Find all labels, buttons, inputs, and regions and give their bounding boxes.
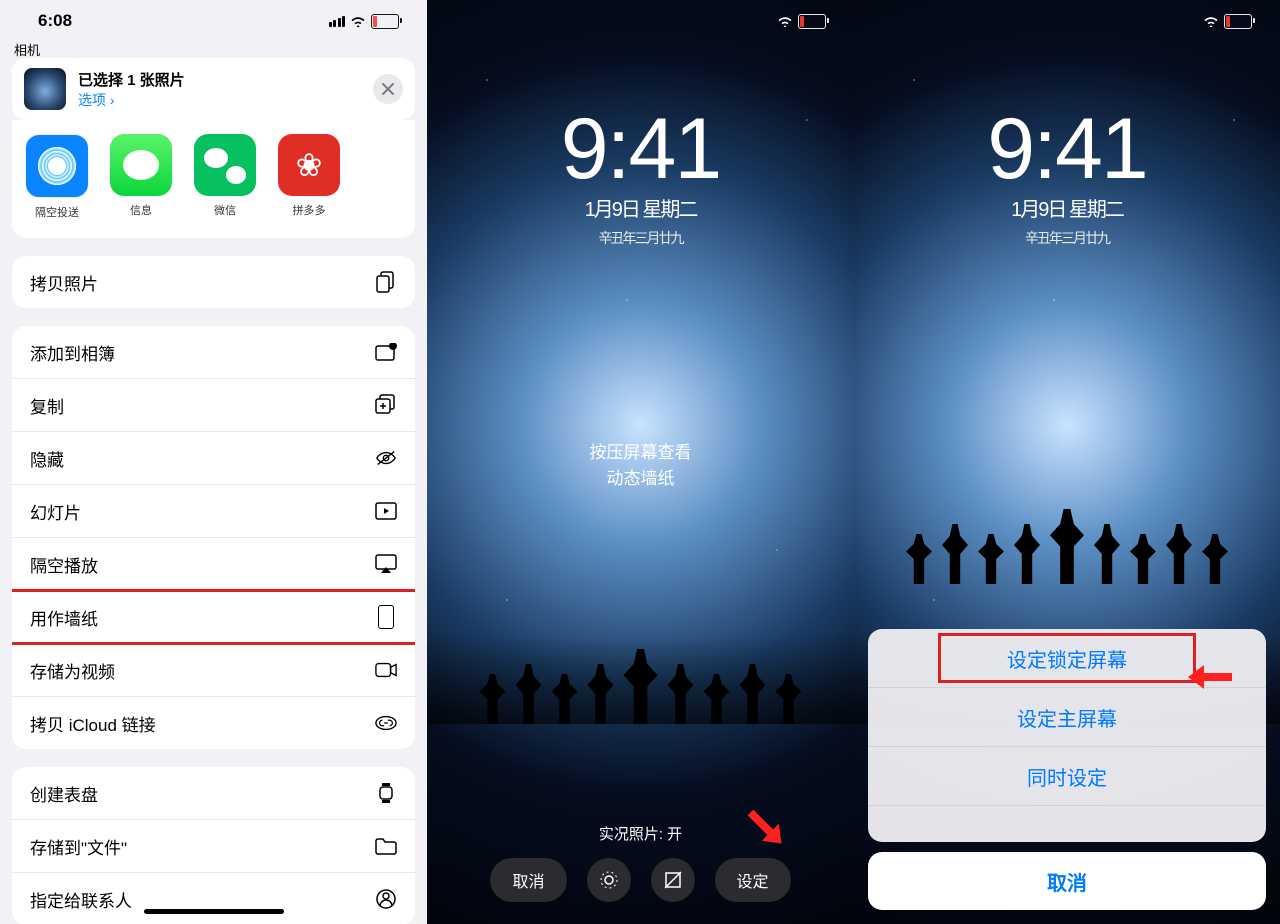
header-title: 已选择 1 张照片: [78, 69, 185, 90]
perspective-icon: [662, 869, 684, 891]
action-icloud-link[interactable]: 拷贝 iCloud 链接: [12, 697, 415, 749]
wechat-icon: [194, 134, 256, 196]
app-airdrop[interactable]: 隔空投送: [26, 134, 88, 220]
action-hide[interactable]: 隐藏: [12, 432, 415, 485]
action-assign-contact[interactable]: 指定给联系人: [12, 873, 415, 924]
copies-icon: [375, 271, 397, 293]
battery-icon: [1224, 14, 1252, 29]
phone-icon: [375, 606, 397, 628]
actions-group-2: 添加到相簿 复制 隐藏 幻灯片 隔空播放 用作墙纸 存储为视频 拷贝 iClou…: [12, 326, 415, 749]
perspective-toggle[interactable]: [651, 858, 695, 902]
cancel-button[interactable]: 取消: [490, 858, 566, 902]
sheet-partial-row: [868, 806, 1266, 842]
lock-lunar: 辛丑年三月廿九: [427, 228, 854, 248]
wifi-icon: [1203, 15, 1219, 27]
status-bar: [427, 0, 854, 42]
action-add-album[interactable]: 添加到相簿: [12, 326, 415, 379]
folder-icon: [375, 835, 397, 857]
status-bar: [854, 0, 1280, 42]
press-hint: 按压屏幕查看 动态墙纸: [427, 440, 854, 491]
watch-icon: [375, 782, 397, 804]
messages-icon: [110, 134, 172, 196]
status-bar: 6:08: [0, 0, 427, 42]
action-airplay[interactable]: 隔空播放: [12, 538, 415, 591]
action-save-video[interactable]: 存储为视频: [12, 644, 415, 697]
set-wallpaper-sheet-panel: 9:41 1月9日 星期二 辛丑年三月廿九 设定锁定屏幕 设定主屏幕 同时设定 …: [854, 0, 1280, 924]
lock-time: 9:41 1月9日 星期二 辛丑年三月廿九: [427, 100, 854, 248]
app-pdd[interactable]: 拼多多: [278, 134, 340, 220]
action-use-as-wallpaper[interactable]: 用作墙纸: [12, 591, 415, 644]
options-link[interactable]: 选项 ›: [78, 90, 185, 110]
live-photo-icon: [598, 869, 620, 891]
pdd-icon: [278, 134, 340, 196]
lock-lunar: 辛丑年三月廿九: [854, 228, 1280, 248]
airdrop-icon: [25, 134, 89, 198]
app-wechat[interactable]: 微信: [194, 134, 256, 220]
annotation-arrow: [1188, 655, 1232, 699]
app-messages[interactable]: 信息: [110, 134, 172, 220]
battery-icon: [371, 14, 399, 29]
back-button[interactable]: 相机: [14, 40, 40, 59]
wallpaper-preview-panel: 9:41 1月9日 星期二 辛丑年三月廿九 按压屏幕查看 动态墙纸 实况照片: …: [427, 0, 854, 924]
lock-date: 1月9日 星期二: [854, 193, 1280, 222]
contact-icon: [375, 888, 397, 910]
share-sheet-panel: 6:08 相机 已选择 1 张照片 选项 › 隔空投送: [0, 0, 427, 924]
signal-icon: [329, 16, 346, 27]
home-indicator[interactable]: [144, 909, 284, 914]
sheet-set-both[interactable]: 同时设定: [868, 747, 1266, 806]
action-create-watchface[interactable]: 创建表盘: [12, 767, 415, 820]
action-copy-photo[interactable]: 拷贝照片: [12, 256, 415, 308]
wifi-icon: [777, 15, 793, 27]
album-icon: [375, 341, 397, 363]
actions-group-1: 拷贝照片: [12, 256, 415, 308]
sheet-cancel[interactable]: 取消: [868, 852, 1266, 910]
battery-icon: [798, 14, 826, 29]
link-icon: [375, 712, 397, 734]
airplay-icon: [375, 553, 397, 575]
share-header: 已选择 1 张照片 选项 ›: [12, 58, 415, 120]
action-save-files[interactable]: 存储到"文件": [12, 820, 415, 873]
photo-thumbnail: [24, 68, 66, 110]
copy-plus-icon: [375, 394, 397, 416]
live-photo-label: 实况照片: 开: [599, 823, 682, 844]
share-apps-row: 隔空投送 信息 微信 拼多多: [12, 120, 415, 238]
close-button[interactable]: [373, 74, 403, 104]
lock-date: 1月9日 星期二: [427, 193, 854, 222]
slideshow-icon: [375, 500, 397, 522]
close-icon: [382, 83, 394, 95]
hide-icon: [375, 447, 397, 469]
live-photo-toggle[interactable]: [587, 858, 631, 902]
wifi-icon: [350, 15, 366, 27]
action-slideshow[interactable]: 幻灯片: [12, 485, 415, 538]
status-time: 6:08: [38, 11, 72, 31]
set-button[interactable]: 设定: [715, 858, 791, 902]
video-icon: [375, 659, 397, 681]
action-duplicate[interactable]: 复制: [12, 379, 415, 432]
actions-group-3: 创建表盘 存储到"文件" 指定给联系人: [12, 767, 415, 924]
lock-time: 9:41 1月9日 星期二 辛丑年三月廿九: [854, 100, 1280, 248]
